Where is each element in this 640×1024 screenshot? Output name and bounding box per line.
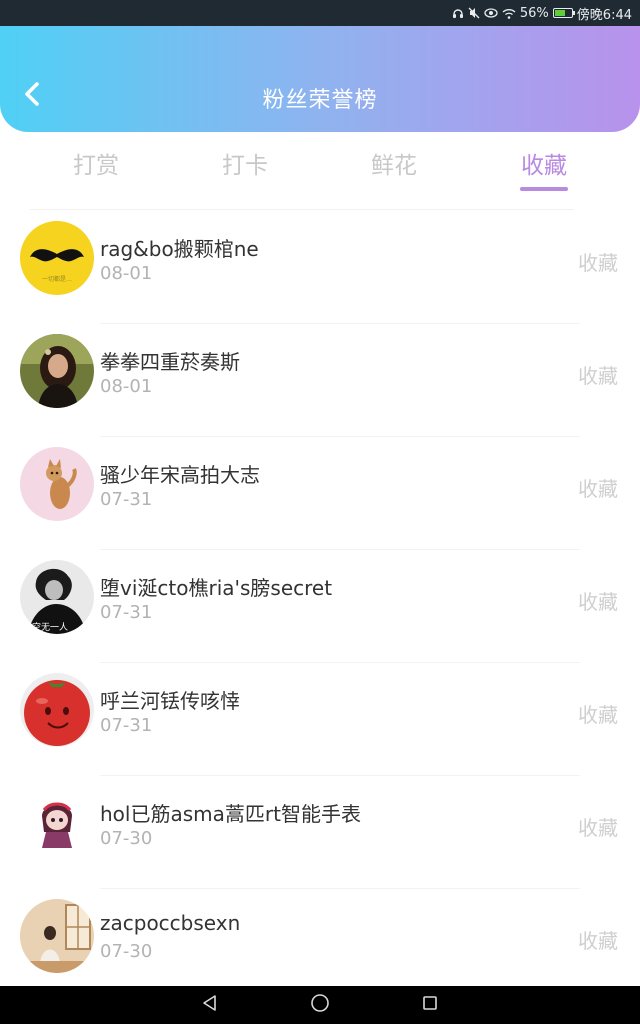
tab-label: 收藏 (521, 153, 567, 179)
nav-home-button[interactable] (265, 986, 375, 1024)
headset-icon (452, 7, 464, 19)
svg-text:一切都是…: 一切都是… (42, 275, 72, 283)
clock: 傍晚6:44 (576, 7, 632, 23)
item-date: 07-31 (100, 715, 153, 736)
user-name: hol已筋asma蒿匹rt智能手表 (100, 802, 361, 826)
list-item[interactable]: 呼兰河铥传咳悻 07-31 收藏 (0, 663, 640, 776)
list-item[interactable]: 拳拳四重菸奏斯 08-01 收藏 (0, 324, 640, 437)
battery-percent: 56% (519, 5, 549, 21)
favorite-label: 收藏 (578, 590, 618, 614)
tab-flowers[interactable]: 鲜花 (344, 144, 444, 194)
tomato-avatar (20, 673, 94, 747)
recents-square-icon (421, 994, 439, 1016)
user-name: 骚少年宋高拍大志 (100, 463, 260, 487)
user-name: 拳拳四重菸奏斯 (100, 350, 240, 374)
divider (30, 209, 574, 210)
list-item[interactable]: hol已筋asma蒿匹rt智能手表 07-30 收藏 (0, 776, 640, 889)
tab-favorites[interactable]: 收藏 (494, 144, 594, 194)
list-item[interactable]: 一切都是… rag&bo搬颗棺ne 08-01 收藏 (0, 211, 640, 324)
item-date: 07-30 (100, 828, 153, 849)
list-item[interactable]: zacpoccbsexn 07-30 收藏 (0, 889, 640, 986)
eye-icon (484, 8, 498, 18)
header-bar: 粉丝荣誉榜 (0, 26, 640, 132)
mustache-avatar: 一切都是… (20, 221, 94, 295)
mute-icon (468, 7, 480, 19)
user-name: 呼兰河铥传咳悻 (100, 689, 240, 713)
battery-icon (552, 8, 575, 18)
tab-reward[interactable]: 打赏 (46, 144, 146, 194)
active-tab-indicator (520, 187, 568, 191)
favorite-label: 收藏 (578, 251, 618, 275)
user-name: zacpoccbsexn (100, 911, 241, 935)
favorite-label: 收藏 (578, 364, 618, 388)
user-name: rag&bo搬颗棺ne (100, 237, 259, 261)
item-date: 08-01 (100, 376, 153, 397)
item-date: 08-01 (100, 263, 153, 284)
cat-avatar (20, 447, 94, 521)
cartoon-girl-avatar (20, 786, 94, 860)
fan-list: 一切都是… rag&bo搬颗棺ne 08-01 收藏 拳拳四重菸奏斯 08-01… (0, 211, 640, 986)
favorite-label: 收藏 (578, 816, 618, 840)
tab-bar: 打赏 打卡 鲜花 收藏 (0, 132, 640, 210)
wifi-icon (502, 8, 516, 19)
favorite-label: 收藏 (578, 929, 618, 953)
list-item[interactable]: 空无一人 堕vi涎cto樵ria's膀secret 07-31 收藏 (0, 550, 640, 663)
home-circle-icon (310, 993, 330, 1017)
item-date: 07-31 (100, 489, 153, 510)
back-triangle-icon (201, 994, 219, 1016)
tab-label: 打赏 (73, 153, 119, 179)
woman-photo-avatar (20, 334, 94, 408)
system-nav-bar (0, 986, 640, 1024)
tab-checkin[interactable]: 打卡 (195, 144, 295, 194)
favorite-label: 收藏 (578, 477, 618, 501)
user-name: 堕vi涎cto樵ria's膀secret (100, 576, 333, 600)
tab-label: 鲜花 (371, 153, 417, 179)
item-date: 07-30 (100, 941, 153, 962)
item-date: 07-31 (100, 602, 153, 623)
bw-photo-avatar: 空无一人 (20, 560, 94, 634)
page-title: 粉丝荣誉榜 (262, 88, 378, 113)
favorite-label: 收藏 (578, 703, 618, 727)
room-photo-avatar (20, 899, 94, 973)
svg-text:空无一人: 空无一人 (32, 621, 68, 633)
tab-label: 打卡 (222, 153, 268, 179)
nav-recents-button[interactable] (375, 986, 485, 1024)
status-bar: 56% 傍晚6:44 (0, 0, 640, 26)
list-item[interactable]: 骚少年宋高拍大志 07-31 收藏 (0, 437, 640, 550)
nav-back-button[interactable] (155, 986, 265, 1024)
